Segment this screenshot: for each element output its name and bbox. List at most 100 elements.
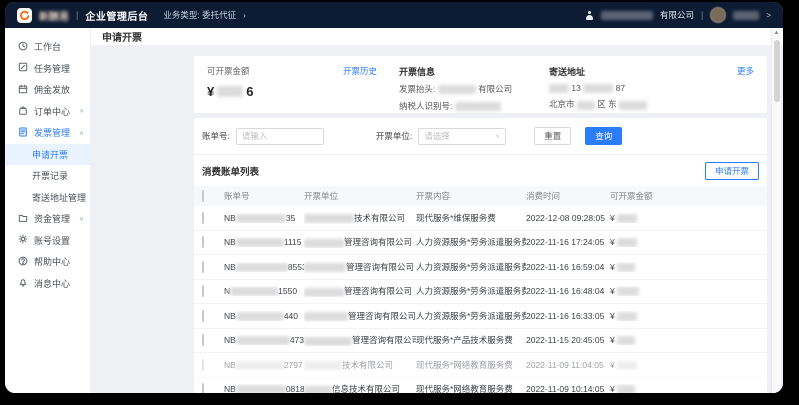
sidebar-item-edit[interactable]: 任务管理 — [5, 58, 90, 80]
app-window: 新酬易 | 企业管理后台 业务类型: 委托代征 › 有限公司 | > 工作台 任… — [5, 2, 783, 393]
vertical-scrollbar[interactable]: ▲ — [771, 28, 781, 393]
amount-cell: ¥ — [610, 335, 759, 345]
business-type[interactable]: 业务类型: 委托代征 — [163, 9, 236, 21]
table-row[interactable]: NB4733 管理咨询有限公司 现代服务*产品技术服务费 2022-11-15 … — [194, 329, 767, 354]
unit-cell: 技术有限公司 — [304, 359, 416, 371]
row-checkbox[interactable] — [202, 236, 204, 248]
bill-no-cell: NB2797 — [224, 360, 304, 370]
row-checkbox[interactable] — [202, 212, 204, 224]
top-header: 新酬易 | 企业管理后台 业务类型: 委托代征 › 有限公司 | > — [5, 2, 783, 28]
sidebar-item-label: 佣金发放 — [34, 83, 70, 96]
apply-invoice-button[interactable]: 申请开票 — [705, 162, 759, 180]
unit-cell: 技术有限公司 — [304, 212, 416, 224]
amount-cell: ¥ — [610, 262, 759, 272]
chevron-icon: ∨ — [79, 108, 84, 114]
table-row[interactable]: NB440 管理咨询有限公司 人力资源服务*劳务派遣服务费 2022-11-16… — [194, 304, 767, 329]
summary-card: 可开票金额 开票历史 ¥ 6 开票信息 发票抬头: — [194, 56, 767, 113]
tax-id-line: 纳税人识别号: — [399, 100, 549, 112]
address-title: 寄送地址 — [549, 65, 754, 78]
table-row[interactable]: NB0818 信息技术有限公司 现代服务*网络教育服务费 2022-11-09 … — [194, 378, 767, 394]
chevron-right-icon[interactable]: › — [243, 11, 246, 20]
table-row[interactable]: NB8553 管理咨询有限公司 人力资源服务*劳务派遣服务费 2022-11-1… — [194, 255, 767, 280]
content-cell: 人力资源服务*劳务派遣服务费 — [416, 236, 526, 248]
row-checkbox[interactable] — [202, 310, 204, 322]
unit-cell: 管理咨询有限公司 — [304, 261, 416, 273]
time-cell: 2022-11-16 16:33:05 — [526, 311, 610, 321]
sidebar-item-gear[interactable]: 账号设置 — [5, 230, 90, 252]
filter-bar: 账单号: 开票单位: 请选择 ∨ 重置 查询 — [194, 127, 767, 154]
col-bill-no: 账单号 — [224, 190, 304, 202]
amount-cell: ¥ — [610, 213, 759, 223]
sidebar-item-folder[interactable]: 资金管理 ∨ — [5, 208, 90, 230]
user-icon — [585, 11, 594, 20]
bill-no-cell: NB35 — [224, 213, 304, 223]
brand-logo-icon[interactable] — [17, 8, 32, 23]
search-button[interactable]: 查询 — [585, 127, 622, 145]
unit-cell: 管理咨询有限公司 — [304, 310, 416, 322]
sidebar-item-label: 消息中心 — [34, 277, 70, 290]
select-all-checkbox[interactable] — [202, 190, 204, 202]
row-checkbox[interactable] — [202, 334, 204, 346]
header-divider: | — [76, 10, 78, 20]
user-name-redacted — [733, 11, 759, 20]
sidebar-subitem[interactable]: 寄送地址管理 — [5, 187, 90, 209]
invoice-history-link[interactable]: 开票历史 — [343, 65, 377, 77]
sidebar-item-calendar[interactable]: 佣金发放 — [5, 79, 90, 101]
invoiceable-amount: ¥ 6 — [207, 84, 399, 99]
table-row[interactable]: N1550 管理咨询有限公司 人力资源服务*劳务派遣服务费 2022-11-16… — [194, 280, 767, 305]
sidebar-subitem[interactable]: 申请开票 — [5, 144, 90, 166]
table-row[interactable]: NB35 技术有限公司 现代服务*维保服务费 2022-12-08 09:28:… — [194, 206, 767, 231]
list-header: 消费账单列表 申请开票 — [194, 154, 767, 186]
unit-cell: 信息技术有限公司 — [304, 383, 416, 393]
address-detail-line: 北京市 区 东 — [549, 98, 754, 110]
time-cell: 2022-11-16 17:24:05 — [526, 237, 610, 247]
sidebar-subitem[interactable]: 开票记录 — [5, 165, 90, 187]
bill-no-input[interactable] — [236, 128, 324, 145]
row-checkbox[interactable] — [202, 261, 204, 273]
content-cell: 现代服务*网络教育服务费 — [416, 383, 526, 393]
bill-no-cell: NB440 — [224, 311, 304, 321]
company-name-redacted — [601, 11, 653, 20]
main-area: 申请开票 可开票金额 开票历史 ¥ 6 — [91, 28, 783, 393]
unit-cell: 管理咨询有限公司 — [304, 285, 416, 297]
time-cell: 2022-12-08 09:28:05 — [526, 213, 610, 223]
sidebar-item-clock[interactable]: 工作台 — [5, 36, 90, 58]
sidebar-item-bell[interactable]: 消息中心 — [5, 273, 90, 295]
content-cell: 人力资源服务*劳务派遣服务费 — [416, 285, 526, 297]
chevron-icon: ∧ — [79, 130, 84, 136]
user-menu-chevron-icon[interactable]: > — [766, 11, 771, 20]
content-cell: 现代服务*网络教育服务费 — [416, 359, 526, 371]
unit-label: 开票单位: — [376, 130, 412, 142]
col-content: 开票内容 — [416, 190, 526, 202]
unit-select[interactable]: 请选择 ∨ — [418, 128, 506, 145]
more-link[interactable]: 更多 — [737, 65, 754, 77]
col-unit: 开票单位 — [304, 190, 416, 202]
sidebar-menu: 工作台 任务管理 佣金发放 订单中心 ∨ 发票管理 ∧ 申请开票开票记录寄送地址… — [5, 28, 91, 393]
chevron-down-icon: ∨ — [495, 133, 500, 139]
time-cell: 2022-11-09 11:04:05 — [526, 360, 610, 370]
bill-no-cell: NB0818 — [224, 384, 304, 393]
sidebar-item-bag[interactable]: 订单中心 ∨ — [5, 101, 90, 123]
table-row[interactable]: NB2797 技术有限公司 现代服务*网络教育服务费 2022-11-09 11… — [194, 353, 767, 378]
list-title: 消费账单列表 — [202, 164, 259, 178]
table-row[interactable]: NB1115 管理咨询有限公司 人力资源服务*劳务派遣服务费 2022-11-1… — [194, 231, 767, 256]
sidebar-item-label: 订单中心 — [34, 105, 70, 118]
row-checkbox[interactable] — [202, 359, 204, 371]
sidebar-item-invoice[interactable]: 发票管理 ∧ — [5, 122, 90, 144]
invoiceable-amount-label: 可开票金额 — [207, 65, 250, 77]
bill-no-cell: NB1115 — [224, 237, 304, 247]
scroll-up-icon[interactable]: ▲ — [772, 28, 781, 36]
sidebar-item-help[interactable]: 帮助中心 — [5, 251, 90, 273]
avatar[interactable] — [710, 7, 726, 23]
row-checkbox[interactable] — [202, 285, 204, 297]
scrollbar-thumb[interactable] — [774, 40, 780, 102]
invoice-info-title: 开票信息 — [399, 65, 549, 78]
app-title: 企业管理后台 — [85, 8, 148, 23]
unit-cell: 管理咨询有限公司 — [304, 334, 416, 346]
row-checkbox[interactable] — [202, 383, 204, 393]
unit-cell: 管理咨询有限公司 — [304, 236, 416, 248]
amount-cell: ¥ — [610, 237, 759, 247]
time-cell: 2022-11-09 10:14:05 — [526, 384, 610, 393]
reset-button[interactable]: 重置 — [534, 127, 571, 145]
time-cell: 2022-11-16 16:48:04 — [526, 286, 610, 296]
